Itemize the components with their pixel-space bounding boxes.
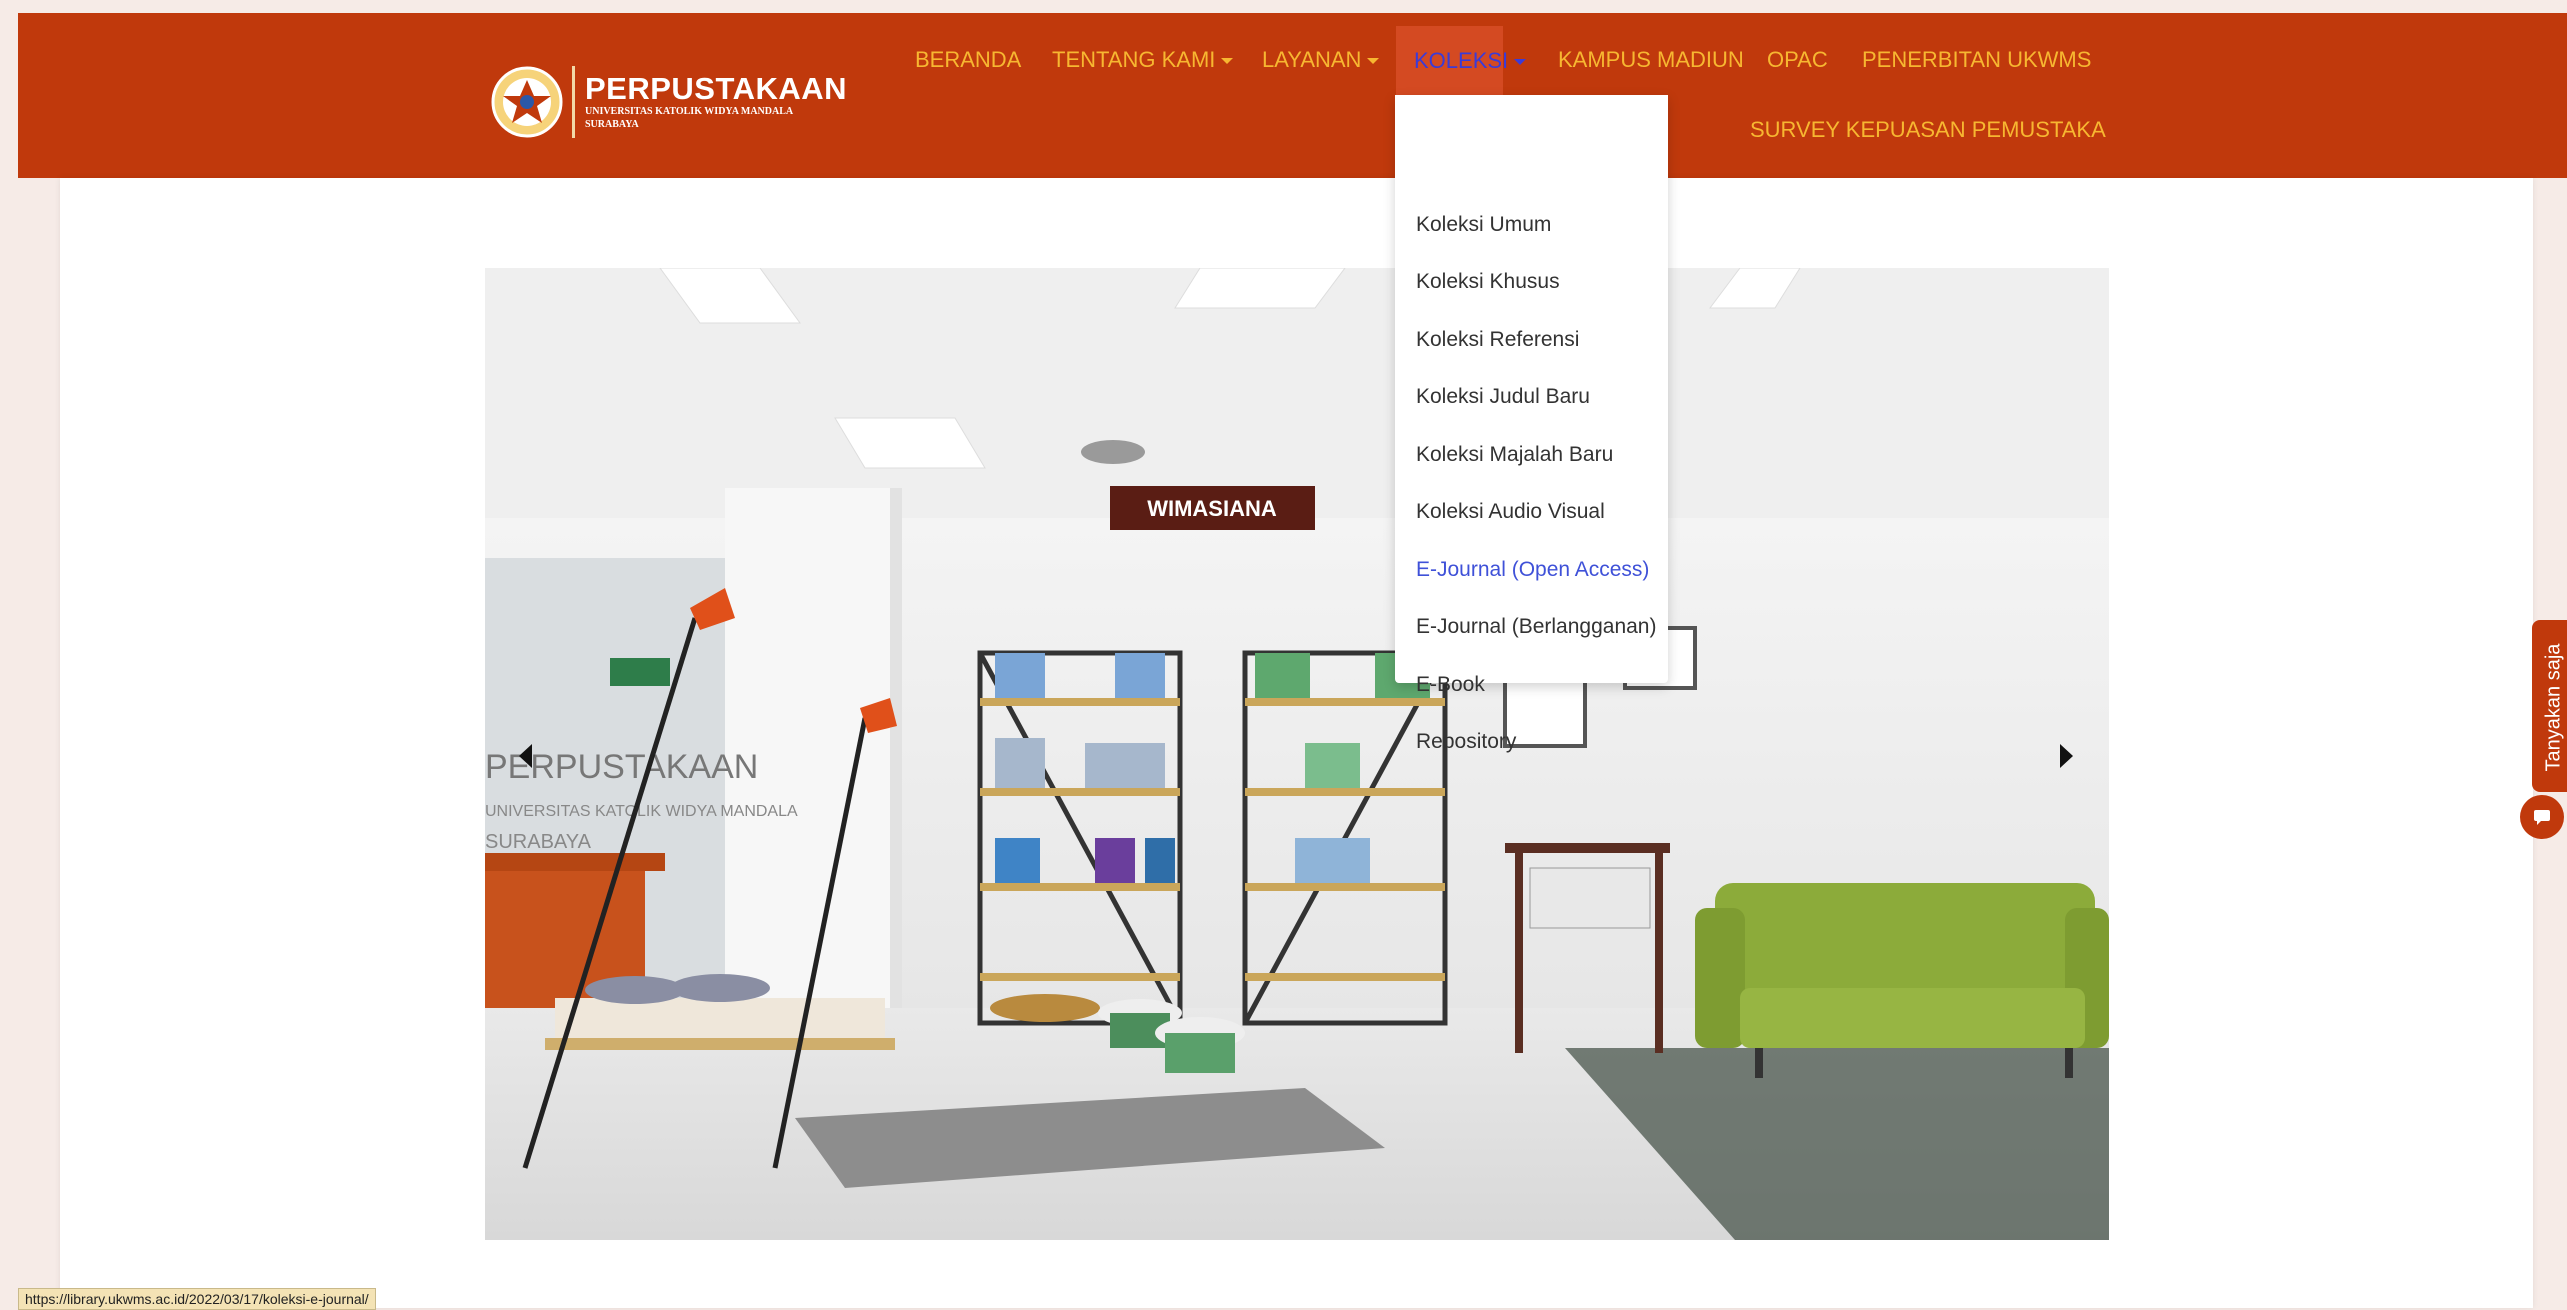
nav-item-koleksi[interactable]: KOLEKSI bbox=[1396, 26, 1527, 95]
nav-label: KAMPUS MADIUN bbox=[1558, 47, 1744, 72]
status-bar-url: https://library.ukwms.ac.id/2022/03/17/k… bbox=[18, 1288, 376, 1310]
menu-item-koleksi-umum[interactable]: Koleksi Umum bbox=[1416, 211, 1551, 239]
image-carousel[interactable]: PERPUSTAKAAN UNIVERSITAS KATOLIK WIDYA M… bbox=[485, 268, 2109, 1240]
koleksi-dropdown-menu: Koleksi Umum Koleksi Khusus Koleksi Refe… bbox=[1395, 95, 1668, 753]
menu-item-label: E-Book bbox=[1416, 673, 1485, 696]
menu-item-label: E-Journal (Open Access) bbox=[1416, 558, 1650, 581]
nav-item-kampus-madiun[interactable]: KAMPUS MADIUN bbox=[1558, 46, 1744, 74]
chat-bubble-icon[interactable] bbox=[2520, 795, 2564, 839]
menu-item-koleksi-referensi[interactable]: Koleksi Referensi bbox=[1416, 326, 1579, 354]
caret-down-icon bbox=[1514, 59, 1527, 66]
nav-label: KOLEKSI bbox=[1414, 48, 1509, 73]
caret-down-icon bbox=[1221, 58, 1234, 65]
menu-item-koleksi-khusus[interactable]: Koleksi Khusus bbox=[1416, 268, 1560, 296]
nav-label: SURVEY KEPUASAN PEMUSTAKA bbox=[1750, 117, 2106, 142]
menu-item-e-book[interactable]: E-Book bbox=[1416, 671, 1485, 699]
carousel-prev-arrow-icon[interactable] bbox=[519, 744, 532, 768]
library-lobby-photo: PERPUSTAKAAN UNIVERSITAS KATOLIK WIDYA M… bbox=[485, 268, 2109, 1240]
menu-item-label: Koleksi Umum bbox=[1416, 213, 1552, 236]
menu-item-koleksi-judul-baru[interactable]: Koleksi Judul Baru bbox=[1416, 383, 1590, 411]
nav-label: BERANDA bbox=[915, 47, 1022, 72]
nav-label: LAYANAN bbox=[1262, 47, 1362, 72]
menu-item-label: Koleksi Majalah Baru bbox=[1416, 443, 1614, 466]
menu-item-label: Koleksi Audio Visual bbox=[1416, 500, 1605, 523]
site-header: PERPUSTAKAAN UNIVERSITAS KATOLIK WIDYA M… bbox=[18, 13, 2567, 178]
menu-item-koleksi-majalah-baru[interactable]: Koleksi Majalah Baru bbox=[1416, 441, 1613, 469]
menu-item-label: E-Journal (Berlangganan) bbox=[1416, 615, 1657, 638]
nav-item-beranda[interactable]: BERANDA bbox=[915, 46, 1021, 74]
menu-item-koleksi-audio-visual[interactable]: Koleksi Audio Visual bbox=[1416, 498, 1605, 526]
nav-label: OPAC bbox=[1767, 47, 1828, 72]
menu-item-label: Koleksi Khusus bbox=[1416, 270, 1560, 293]
carousel-next-arrow-icon[interactable] bbox=[2060, 744, 2073, 768]
site-logo[interactable]: PERPUSTAKAAN UNIVERSITAS KATOLIK WIDYA M… bbox=[488, 57, 847, 147]
logo-title: PERPUSTAKAAN bbox=[585, 71, 848, 106]
caret-down-icon bbox=[1367, 58, 1380, 65]
logo-text: PERPUSTAKAAN UNIVERSITAS KATOLIK WIDYA M… bbox=[585, 73, 847, 131]
menu-item-e-journal-berlangganan[interactable]: E-Journal (Berlangganan) bbox=[1416, 613, 1656, 641]
university-emblem-icon bbox=[491, 66, 563, 138]
message-icon bbox=[2534, 810, 2550, 825]
nav-label: PENERBITAN UKWMS bbox=[1862, 47, 2092, 72]
logo-divider bbox=[572, 66, 575, 138]
glass-text: SURABAYA bbox=[485, 831, 592, 853]
glass-text: UNIVERSITAS KATOLIK WIDYA MANDALA bbox=[485, 803, 798, 820]
menu-item-e-journal-open-access[interactable]: E-Journal (Open Access) bbox=[1416, 556, 1649, 584]
menu-item-label: Koleksi Referensi bbox=[1416, 328, 1580, 351]
nav-item-survey-kepuasan[interactable]: SURVEY KEPUASAN PEMUSTAKA bbox=[1750, 116, 2106, 144]
nav-label: TENTANG KAMI bbox=[1052, 47, 1216, 72]
menu-item-label: Koleksi Judul Baru bbox=[1416, 385, 1590, 408]
nav-item-tentang-kami[interactable]: TENTANG KAMI bbox=[1052, 46, 1234, 74]
nav-item-penerbitan-ukwms[interactable]: PENERBITAN UKWMS bbox=[1862, 46, 2091, 74]
menu-item-label: Repository bbox=[1416, 730, 1517, 753]
nav-item-opac[interactable]: OPAC bbox=[1767, 46, 1828, 74]
chat-tab[interactable]: Tanyakan saja bbox=[2532, 620, 2567, 792]
nav-item-layanan[interactable]: LAYANAN bbox=[1262, 46, 1380, 74]
logo-subtitle: UNIVERSITAS KATOLIK WIDYA MANDALA SURABA… bbox=[585, 106, 793, 130]
menu-item-repository[interactable]: Repository bbox=[1416, 728, 1516, 756]
wall-sign-text: WIMASIANA bbox=[1147, 496, 1277, 521]
chat-tab-label: Tanyakan saja bbox=[2542, 643, 2565, 772]
